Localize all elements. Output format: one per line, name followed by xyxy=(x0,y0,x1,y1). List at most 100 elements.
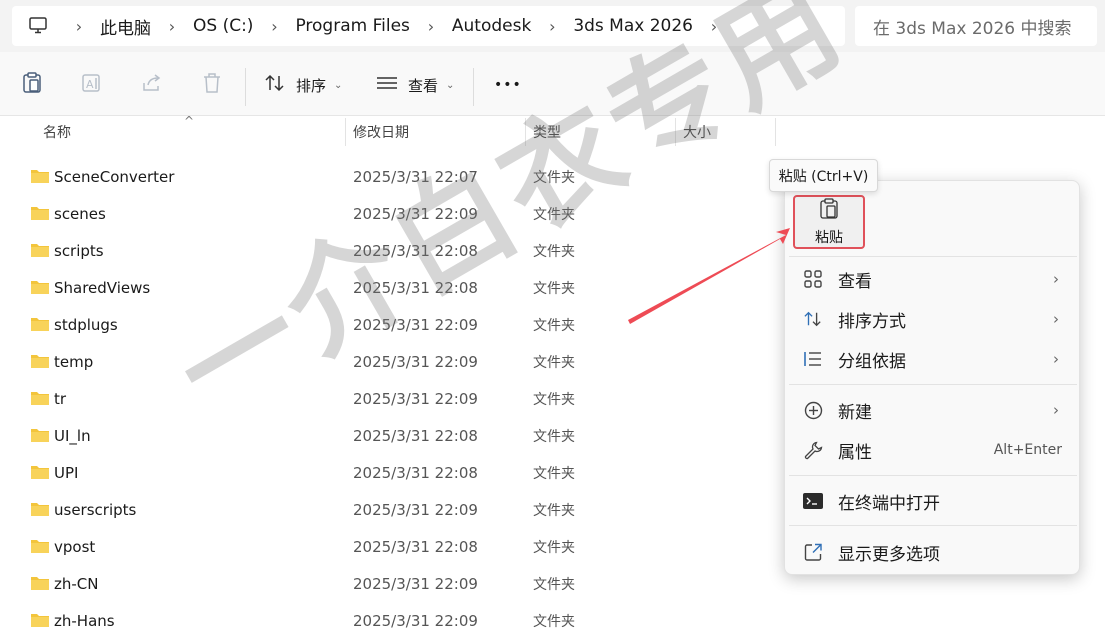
svg-text:A: A xyxy=(86,78,94,91)
column-divider[interactable] xyxy=(345,118,346,146)
file-name: UPI xyxy=(54,463,79,482)
column-header-date[interactable]: 修改日期 xyxy=(353,116,409,148)
shortcut-label: Alt+Enter xyxy=(993,442,1062,458)
terminal-icon xyxy=(803,491,823,511)
breadcrumb-chevron-icon[interactable]: › xyxy=(64,17,94,36)
breadcrumb-chevron-icon[interactable]: › xyxy=(699,17,729,36)
grid-icon xyxy=(803,269,823,289)
table-row[interactable]: zh-CN 2025/3/31 22:09 文件夹 xyxy=(0,565,780,602)
sort-icon xyxy=(264,73,286,97)
paste-button[interactable]: 粘贴 xyxy=(793,195,865,249)
file-type: 文件夹 xyxy=(533,280,575,297)
file-type: 文件夹 xyxy=(533,576,575,593)
breadcrumb-item-this-pc[interactable]: 此电脑 xyxy=(94,14,157,39)
table-row[interactable]: UI_ln 2025/3/31 22:08 文件夹 xyxy=(0,417,780,454)
column-header-size[interactable]: 大小 xyxy=(683,116,711,148)
file-date: 2025/3/31 22:09 xyxy=(353,500,478,519)
menu-divider xyxy=(789,525,1077,526)
view-lines-icon xyxy=(376,74,398,96)
chevron-right-icon: › xyxy=(1053,270,1059,288)
column-divider[interactable] xyxy=(525,118,526,146)
menu-item-properties[interactable]: 属性 Alt+Enter xyxy=(785,431,1081,469)
file-type: 文件夹 xyxy=(533,391,575,408)
file-type: 文件夹 xyxy=(533,613,575,630)
breadcrumb-item-3ds-max-2026[interactable]: 3ds Max 2026 xyxy=(567,16,699,36)
table-row[interactable]: scripts 2025/3/31 22:08 文件夹 xyxy=(0,232,780,269)
folder-icon xyxy=(30,353,50,373)
chevron-right-icon: › xyxy=(1053,401,1059,419)
folder-icon xyxy=(30,205,50,225)
breadcrumb[interactable]: › 此电脑 › OS (C:) › Program Files › Autode… xyxy=(12,6,845,46)
menu-item-new[interactable]: 新建 › xyxy=(785,391,1081,429)
toolbar-divider xyxy=(245,68,246,106)
breadcrumb-item-program-files[interactable]: Program Files xyxy=(289,16,415,36)
search-input[interactable]: 在 3ds Max 2026 中搜索 xyxy=(855,6,1097,46)
sort-icon xyxy=(803,309,823,329)
table-row[interactable]: tr 2025/3/31 22:09 文件夹 xyxy=(0,380,780,417)
file-date: 2025/3/31 22:07 xyxy=(353,167,478,186)
menu-item-sort-by[interactable]: 排序方式 › xyxy=(785,300,1081,338)
folder-icon xyxy=(30,501,50,521)
menu-item-view[interactable]: 查看 › xyxy=(785,260,1081,298)
menu-item-label: 排序方式 xyxy=(838,311,906,332)
file-name: scripts xyxy=(54,241,104,260)
menu-divider xyxy=(789,384,1077,385)
menu-item-label: 属性 xyxy=(838,442,872,463)
column-divider[interactable] xyxy=(675,118,676,146)
file-date: 2025/3/31 22:08 xyxy=(353,241,478,260)
folder-icon xyxy=(30,242,50,262)
paste-toolbar-button[interactable] xyxy=(22,72,42,98)
breadcrumb-chevron-icon[interactable]: › xyxy=(259,17,289,36)
sort-toolbar-button[interactable]: 排序 ⌄ xyxy=(264,72,342,98)
file-type: 文件夹 xyxy=(533,206,575,223)
menu-item-open-terminal[interactable]: 在终端中打开 xyxy=(785,482,1081,520)
column-header-type[interactable]: 类型 xyxy=(533,116,561,148)
view-toolbar-button[interactable]: 查看 ⌄ xyxy=(376,72,454,98)
file-name: vpost xyxy=(54,537,96,556)
paste-tooltip: 粘贴 (Ctrl+V) xyxy=(769,159,878,192)
table-row[interactable]: stdplugs 2025/3/31 22:09 文件夹 xyxy=(0,306,780,343)
breadcrumb-item-autodesk[interactable]: Autodesk xyxy=(446,16,537,36)
computer-icon[interactable] xyxy=(12,17,64,35)
folder-icon xyxy=(30,575,50,595)
file-name: stdplugs xyxy=(54,315,118,334)
folder-icon xyxy=(30,427,50,447)
clipboard-icon xyxy=(819,197,839,224)
column-header-name[interactable]: 名称 xyxy=(43,116,71,148)
table-row[interactable]: vpost 2025/3/31 22:08 文件夹 xyxy=(0,528,780,565)
breadcrumb-chevron-icon[interactable]: › xyxy=(157,17,187,36)
table-row[interactable]: userscripts 2025/3/31 22:09 文件夹 xyxy=(0,491,780,528)
file-date: 2025/3/31 22:09 xyxy=(353,611,478,630)
share-toolbar-button[interactable] xyxy=(141,72,163,98)
table-row[interactable]: scenes 2025/3/31 22:09 文件夹 xyxy=(0,195,780,232)
table-row[interactable]: SceneConverter 2025/3/31 22:07 文件夹 xyxy=(0,158,780,195)
chevron-right-icon: › xyxy=(1053,310,1059,328)
wrench-icon xyxy=(803,440,823,460)
rename-toolbar-button[interactable]: A xyxy=(81,72,103,98)
table-row[interactable]: temp 2025/3/31 22:09 文件夹 xyxy=(0,343,780,380)
table-row[interactable]: UPI 2025/3/31 22:08 文件夹 xyxy=(0,454,780,491)
file-name: temp xyxy=(54,352,94,371)
table-row[interactable]: zh-Hans 2025/3/31 22:09 文件夹 xyxy=(0,602,780,639)
list-icon xyxy=(803,349,823,369)
breadcrumb-chevron-icon[interactable]: › xyxy=(416,17,446,36)
share-icon xyxy=(141,73,163,97)
folder-icon xyxy=(30,464,50,484)
view-label: 查看 xyxy=(408,76,439,95)
table-row[interactable]: SharedViews 2025/3/31 22:08 文件夹 xyxy=(0,269,780,306)
file-type: 文件夹 xyxy=(533,502,575,519)
menu-item-show-more-options[interactable]: 显示更多选项 xyxy=(785,533,1081,571)
address-bar-area: › 此电脑 › OS (C:) › Program Files › Autode… xyxy=(0,0,1105,52)
delete-toolbar-button[interactable] xyxy=(202,72,222,98)
file-type: 文件夹 xyxy=(533,354,575,371)
folder-icon xyxy=(30,168,50,188)
column-divider[interactable] xyxy=(775,118,776,146)
file-type: 文件夹 xyxy=(533,539,575,556)
sort-ascending-icon: ^ xyxy=(184,114,195,128)
breadcrumb-item-os-c[interactable]: OS (C:) xyxy=(187,16,259,36)
menu-item-group-by[interactable]: 分组依据 › xyxy=(785,340,1081,378)
breadcrumb-chevron-icon[interactable]: › xyxy=(537,17,567,36)
chevron-down-icon: ⌄ xyxy=(334,79,343,91)
more-options-button[interactable]: ••• xyxy=(494,72,522,98)
file-name: zh-CN xyxy=(54,574,99,593)
